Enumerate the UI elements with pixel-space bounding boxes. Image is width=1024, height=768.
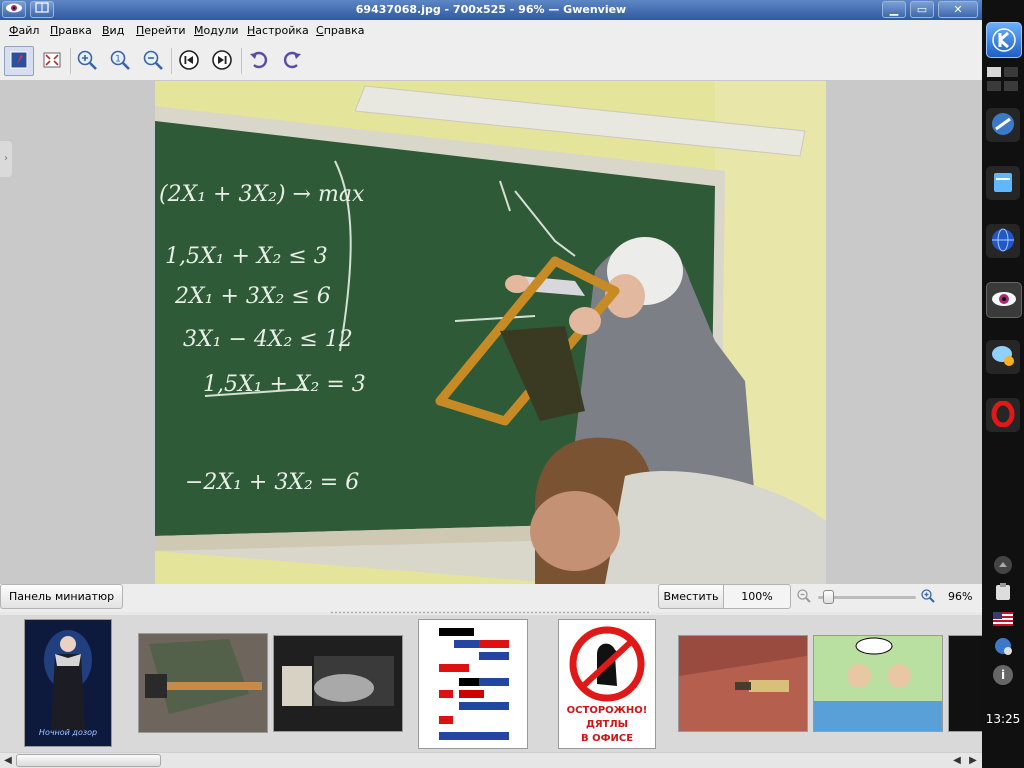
zoom-slider[interactable]	[818, 590, 916, 604]
minimize-button[interactable]: ▁	[882, 1, 906, 18]
thumbnail-bar-toggle-button[interactable]: Панель миниатюр	[0, 584, 124, 609]
panel-scroll-up-icon[interactable]	[994, 556, 1012, 574]
formula-constraint-2: 2X₁ + 3X₂ ≤ 6	[174, 284, 331, 309]
taskbar-app-gwenview[interactable]	[986, 282, 1022, 318]
svg-text:1: 1	[115, 54, 121, 64]
menu-go[interactable]: Перейти	[136, 24, 186, 37]
scroll-right-arrow-icon[interactable]: ▶	[966, 754, 980, 767]
menu-view[interactable]: Вид	[102, 24, 124, 37]
keyboard-layout-flag-icon[interactable]: US	[993, 612, 1013, 626]
menu-plugins[interactable]: Модули	[194, 24, 239, 37]
globe-icon	[990, 227, 1016, 256]
folder-icon	[990, 169, 1016, 198]
title-bar[interactable]: 69437068.jpg - 700x525 - 96% — Gwenview …	[0, 0, 982, 20]
zoom-out-small-icon[interactable]	[796, 588, 812, 607]
konqueror-icon	[990, 111, 1016, 140]
kde-panel: US i 13:25	[982, 0, 1024, 768]
kde-menu-icon[interactable]	[986, 22, 1022, 58]
thumbnail-item[interactable]: Ночной дозор	[24, 619, 112, 747]
taskbar-app-opera[interactable]	[986, 398, 1020, 432]
warning-sign-text: ОСТОРОЖНО! ДЯТЛЫ В ОФИСЕ	[566, 705, 648, 744]
formula-line-2: −2X₁ + 3X₂ = 6	[185, 470, 359, 495]
zoom-slider-handle[interactable]	[823, 590, 835, 604]
maximize-button[interactable]: ▭	[910, 1, 934, 18]
panel-clock[interactable]: 13:25	[982, 712, 1024, 726]
thumbnail-item[interactable]	[678, 635, 808, 732]
main-toolbar: 1	[0, 42, 982, 81]
thumbnail-item[interactable]	[418, 619, 528, 749]
scroll-left-arrow-icon[interactable]: ◀	[1, 754, 15, 767]
thumbnail-item[interactable]	[948, 635, 982, 732]
zoom-in-small-icon[interactable]	[920, 588, 936, 607]
image-viewer[interactable]: › (2X₁ + 3X₂) → max 1,5X₁ + X₂ ≤ 3 2X₁ +…	[0, 81, 982, 584]
gwenview-eye-icon	[991, 290, 1017, 311]
desktop-pager-2[interactable]	[1004, 67, 1018, 77]
go-last-button[interactable]	[207, 46, 237, 76]
taskbar-app-2[interactable]	[986, 166, 1020, 200]
formula-objective: (2X₁ + 3X₂) → max	[159, 182, 365, 207]
opera-icon	[990, 400, 1016, 430]
thumbnail-scrollbar[interactable]: ◀ ◀ ▶	[0, 752, 982, 768]
menu-file[interactable]: Файл	[9, 24, 39, 37]
formula-constraint-1: 1,5X₁ + X₂ ≤ 3	[165, 244, 328, 269]
photo-chalkboard-lecture: (2X₁ + 3X₂) → max 1,5X₁ + X₂ ≤ 3 2X₁ + 3…	[155, 81, 826, 584]
scrollbar-thumb[interactable]	[16, 754, 161, 767]
klipper-clipboard-icon[interactable]	[995, 583, 1011, 604]
browse-icon	[9, 50, 29, 73]
taskbar-app-1[interactable]	[986, 108, 1020, 142]
zoom-level-readout: 96%	[948, 590, 973, 603]
taskbar-app-3[interactable]	[986, 224, 1020, 258]
sidebar-toggle[interactable]: ›	[0, 141, 12, 177]
zoom-to-fit-button[interactable]: Вместить	[658, 584, 724, 609]
zoom-out-button[interactable]	[138, 46, 168, 76]
zoom-out-icon	[142, 49, 164, 74]
info-icon[interactable]: i	[993, 665, 1013, 685]
go-first-icon	[178, 49, 200, 74]
network-globe-icon[interactable]	[993, 636, 1013, 659]
rotate-left-button[interactable]	[244, 46, 274, 76]
thumbnail-item[interactable]	[273, 635, 403, 732]
rotate-left-icon	[248, 49, 270, 74]
desktop-pager-4[interactable]	[1004, 81, 1018, 91]
splitter-handle[interactable]	[330, 611, 650, 614]
fullscreen-button[interactable]	[37, 46, 67, 76]
menu-settings[interactable]: Настройка	[247, 24, 309, 37]
zoom-in-icon	[76, 49, 98, 74]
thumbnail-item[interactable]	[813, 635, 943, 732]
go-first-button[interactable]	[174, 46, 204, 76]
zoom-in-button[interactable]	[72, 46, 102, 76]
thumbnail-item[interactable]	[138, 633, 268, 733]
thumbnail-strip[interactable]: Ночной дозор ОСТОРОЖНО! ДЯТЛЫ В ОФИСЕ	[0, 615, 982, 752]
formula-line-1: 1,5X₁ + X₂ = 3	[203, 372, 366, 397]
menu-edit[interactable]: Правка	[50, 24, 92, 37]
scroll-left-end-arrow-icon[interactable]: ◀	[950, 754, 964, 767]
close-button[interactable]: ✕	[938, 1, 978, 18]
formula-constraint-3: 3X₁ − 4X₂ ≤ 12	[183, 327, 353, 352]
rotate-right-icon	[281, 49, 303, 74]
fullscreen-icon	[42, 50, 62, 73]
zoom-original-icon: 1	[109, 49, 131, 74]
taskbar-app-5[interactable]	[986, 340, 1020, 374]
thumbnail-item[interactable]: ОСТОРОЖНО! ДЯТЛЫ В ОФИСЕ	[558, 619, 656, 749]
go-last-icon	[211, 49, 233, 74]
desktop-pager-1[interactable]	[987, 67, 1001, 77]
chat-bubble-icon	[990, 343, 1016, 372]
rotate-right-button[interactable]	[277, 46, 307, 76]
browse-button[interactable]	[4, 46, 34, 76]
gwenview-window: 69437068.jpg - 700x525 - 96% — Gwenview …	[0, 0, 982, 768]
zoom-original-button[interactable]: 1	[105, 46, 135, 76]
zoom-100-button[interactable]: 100%	[724, 584, 791, 609]
status-bar: Панель миниатюр Вместить 100% 96%	[0, 584, 982, 612]
desktop-pager-3[interactable]	[987, 81, 1001, 91]
menu-bar: Файл Правка Вид Перейти Модули Настройка…	[0, 20, 982, 42]
poster-title: Ночной дозор	[38, 728, 98, 737]
menu-help[interactable]: Справка	[316, 24, 364, 37]
window-title: 69437068.jpg - 700x525 - 96% — Gwenview	[355, 3, 627, 16]
